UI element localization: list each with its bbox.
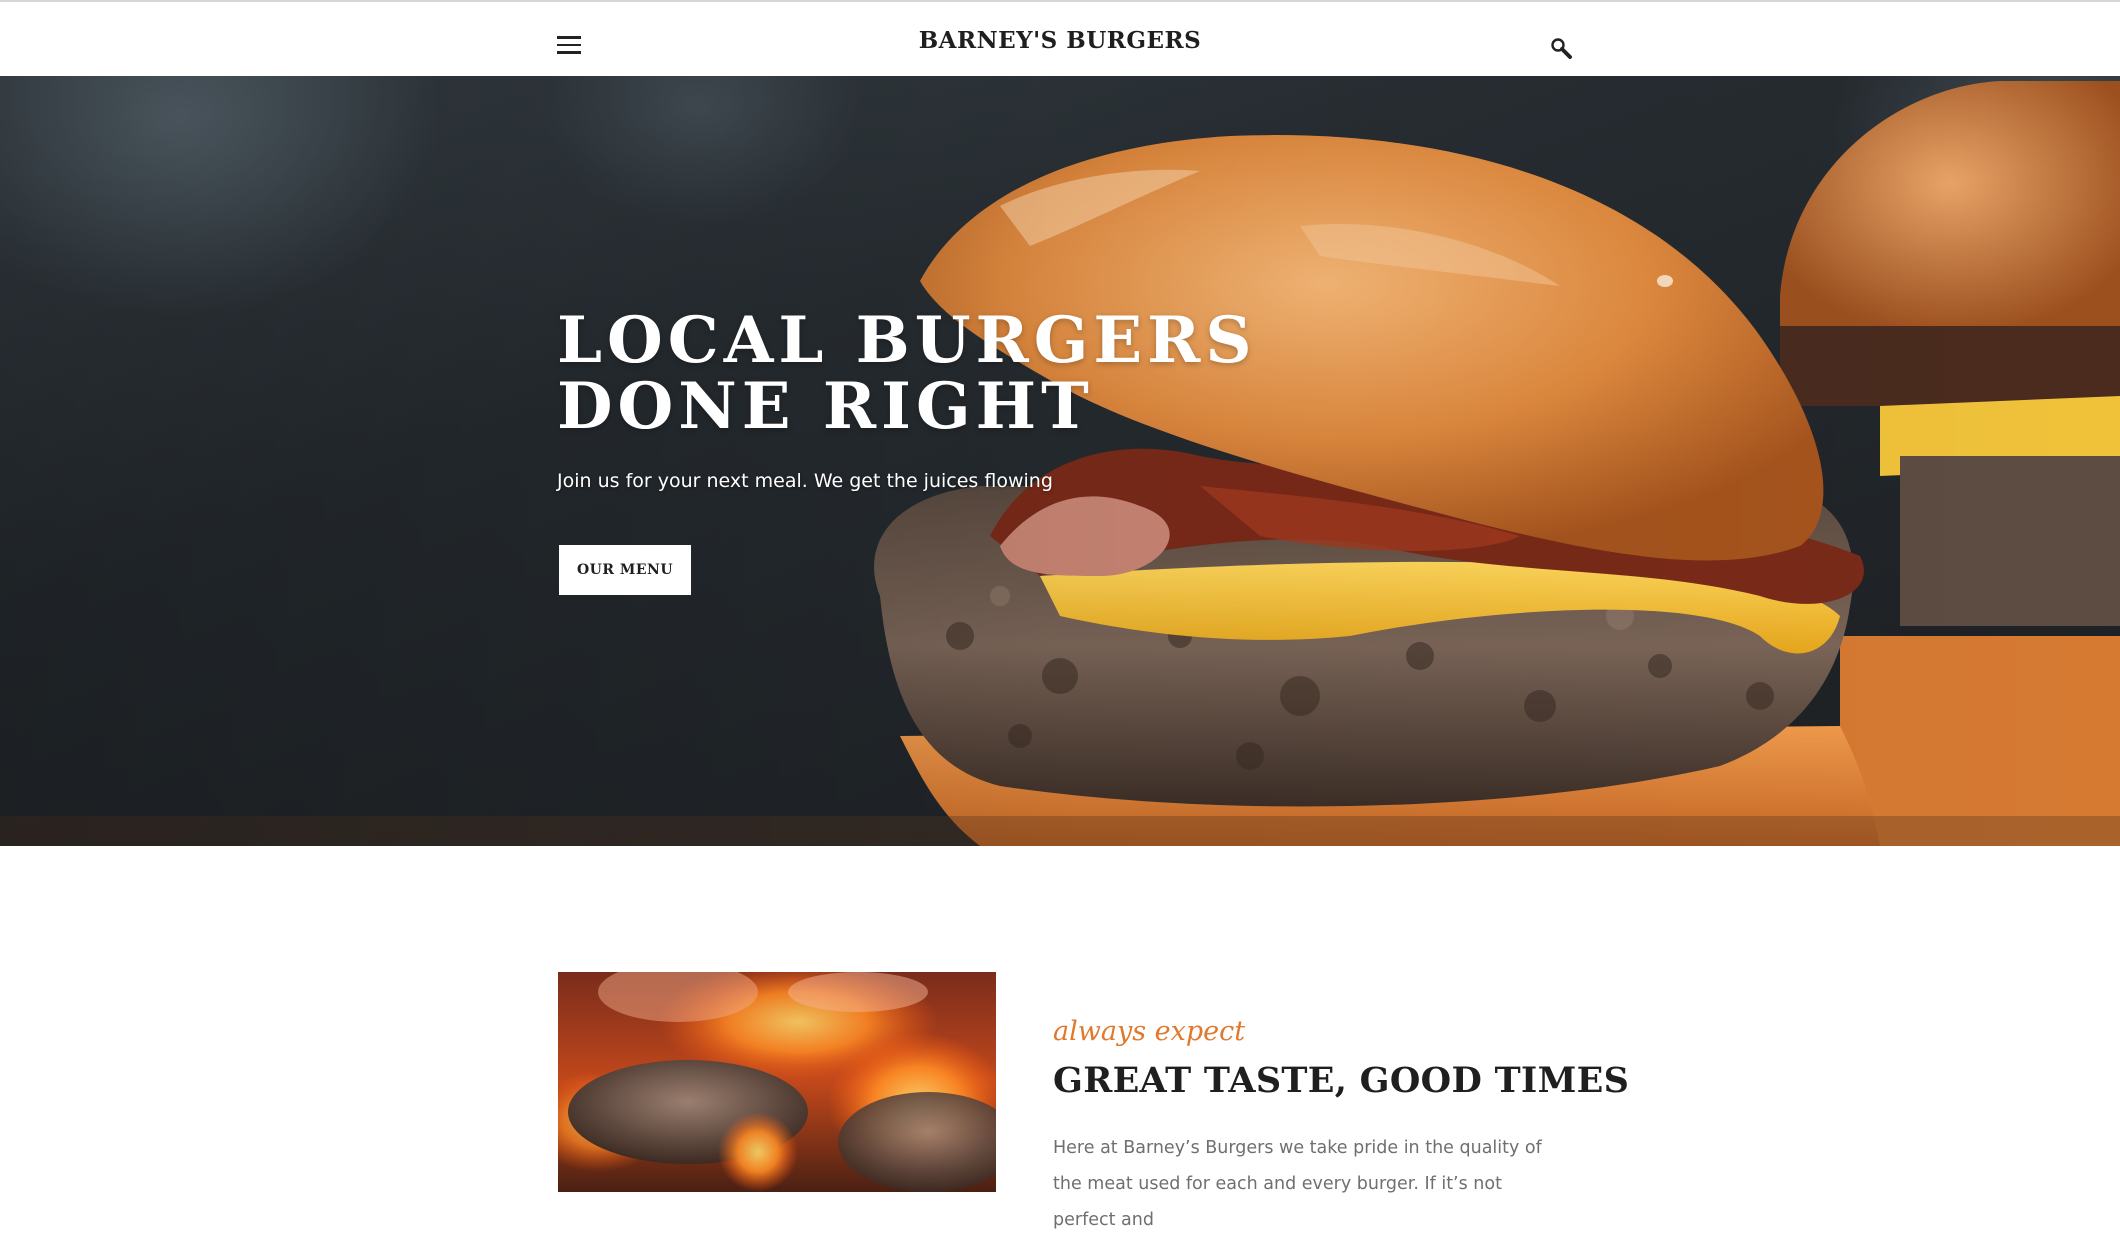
section-body-text: Here at Barney’s Burgers we take pride i…: [1053, 1138, 1542, 1230]
grill-image: [558, 972, 996, 1192]
site-title[interactable]: BARNEY'S BURGERS: [0, 27, 2120, 54]
hero-banner: LOCAL BURGERS DONE RIGHT Join us for you…: [0, 76, 2120, 846]
search-icon[interactable]: [1550, 37, 1574, 61]
hero-subtitle: Join us for your next meal. We get the j…: [557, 470, 1053, 492]
site-header: BARNEY'S BURGERS: [0, 0, 2120, 76]
hero-burger-image: [0, 76, 2120, 846]
section-title: GREAT TASTE, GOOD TIMES: [1053, 1060, 1630, 1101]
our-menu-button[interactable]: OUR MENU: [559, 545, 691, 595]
section-kicker: always expect: [1053, 1016, 1246, 1047]
hero-title: LOCAL BURGERS DONE RIGHT: [557, 303, 1257, 444]
